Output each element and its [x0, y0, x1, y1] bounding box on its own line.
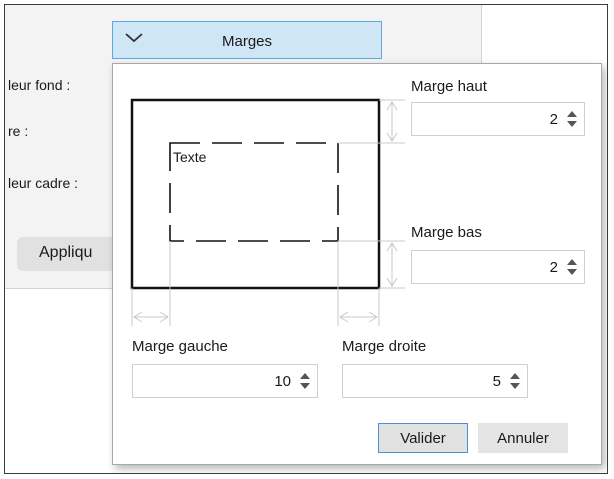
margin-preview-diagram: Texte: [130, 98, 405, 326]
right-margin-label: Marge droite: [342, 338, 427, 355]
cancel-button[interactable]: Annuler: [478, 423, 568, 453]
bottom-margin-arrow: [386, 242, 398, 287]
page-outline: [130, 98, 381, 290]
background-border-color-label: leur cadre :: [8, 175, 79, 191]
right-margin-value[interactable]: 5: [493, 373, 501, 390]
top-margin-spinbox[interactable]: 2: [411, 102, 585, 136]
bottom-margin-value[interactable]: 2: [550, 259, 558, 276]
spin-arrows-icon[interactable]: [565, 108, 579, 130]
measure-guides: [131, 99, 405, 326]
validate-button[interactable]: Valider: [378, 423, 468, 453]
right-margin-arrow: [339, 311, 378, 323]
spin-arrows-icon[interactable]: [298, 370, 312, 392]
margins-dropdown-header[interactable]: Marges: [112, 21, 382, 59]
left-margin-label: Marge gauche: [132, 338, 228, 355]
spin-arrows-icon[interactable]: [565, 256, 579, 278]
left-margin-spinbox[interactable]: 10: [132, 364, 318, 398]
top-margin-value[interactable]: 2: [550, 111, 558, 128]
top-margin-arrow: [386, 101, 398, 142]
left-margin-arrow: [133, 311, 169, 323]
bottom-margin-label: Marge bas: [411, 224, 482, 241]
preview-text-label: Texte: [173, 149, 207, 165]
application-window: leur fond : re : leur cadre : Appliqu Ma…: [4, 4, 608, 474]
right-margin-spinbox[interactable]: 5: [342, 364, 528, 398]
background-border-label: re :: [8, 123, 29, 139]
spin-arrows-icon[interactable]: [508, 370, 522, 392]
margins-header-label: Marges: [221, 33, 273, 50]
top-margin-label: Marge haut: [411, 78, 487, 95]
bottom-margin-spinbox[interactable]: 2: [411, 250, 585, 284]
margins-popup: Texte Marge haut 2 Marge bas 2 Marge gau…: [112, 63, 602, 465]
left-margin-value[interactable]: 10: [274, 373, 291, 390]
background-fill-color-label: leur fond :: [8, 77, 71, 93]
